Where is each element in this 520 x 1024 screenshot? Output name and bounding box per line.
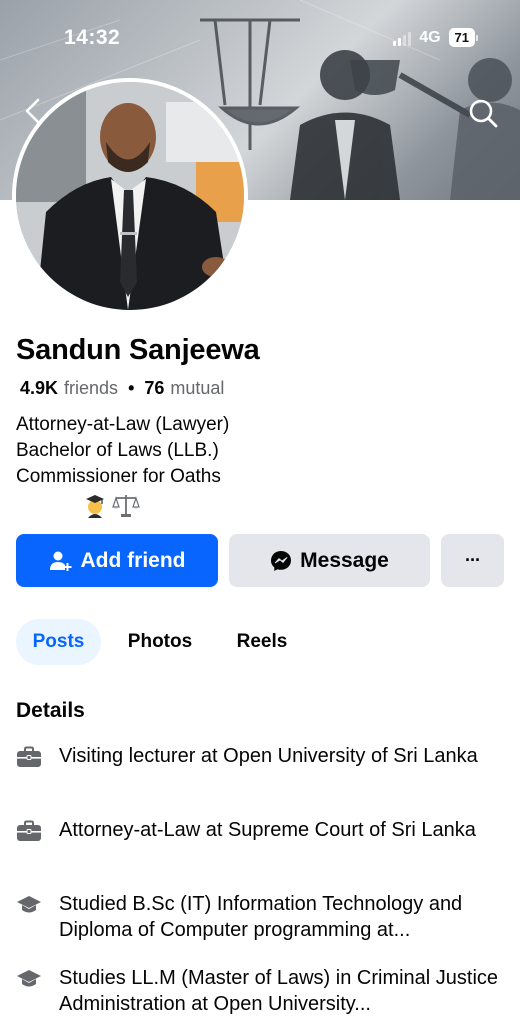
signal-icon (393, 30, 412, 46)
add-friend-icon (49, 551, 71, 571)
profile-photo (16, 82, 244, 310)
bio-line: Bachelor of Laws (LLB.) (16, 440, 219, 461)
tab-photos[interactable]: Photos (114, 619, 206, 665)
bio-line: Commissioner for Oaths (16, 466, 221, 487)
bio-line: Attorney-at-Law (Lawyer) (16, 414, 230, 435)
profile-avatar[interactable] (12, 78, 248, 314)
detail-text: Attorney-at-Law at Supreme Court of Sri … (59, 819, 476, 841)
friends-label: friends (64, 378, 119, 398)
briefcase-icon (17, 820, 41, 841)
search-button[interactable] (466, 96, 500, 130)
graduation-cap-icon (17, 896, 41, 913)
status-indicators: 4G 71 (393, 28, 478, 47)
briefcase-icon (17, 746, 41, 767)
add-friend-button[interactable]: Add friend (16, 534, 218, 587)
detail-text: Visiting lecturer at Open University of … (59, 745, 478, 767)
graduation-cap-icon (17, 970, 41, 987)
bio-emojis (82, 492, 140, 518)
mutual-count: 76 (144, 378, 165, 398)
status-bar: 14:32 4G 71 (0, 0, 520, 70)
battery-level: 71 (448, 28, 475, 47)
messenger-icon (271, 550, 292, 571)
more-options-button[interactable]: ··· (441, 534, 504, 587)
details-heading: Details (16, 699, 85, 722)
mutual-label: mutual (170, 378, 225, 398)
tab-posts[interactable]: Posts (16, 619, 101, 665)
scales-emoji (112, 495, 140, 517)
more-options-icon: ··· (465, 550, 481, 570)
battery-icon: 71 (448, 28, 478, 47)
separator-dot: • (128, 378, 135, 398)
status-time: 14:32 (64, 26, 121, 49)
message-button[interactable]: Message (229, 534, 430, 587)
search-icon (469, 99, 498, 128)
network-type: 4G (419, 28, 441, 46)
friends-count: 4.9K (20, 378, 59, 398)
detail-text: Studied B.Sc (IT) Information Technology… (59, 893, 463, 941)
add-friend-label: Add friend (80, 548, 186, 572)
detail-text: Studies LL.M (Master of Laws) in Crimina… (59, 967, 499, 1015)
profile-name: Sandun Sanjeewa (16, 334, 260, 366)
message-label: Message (300, 548, 389, 572)
profile-bio: Attorney-at-Law (Lawyer) Bachelor of Law… (16, 412, 229, 490)
friends-summary[interactable]: 4.9K friends • 76 mutual (20, 378, 224, 399)
graduate-emoji (86, 495, 104, 518)
tab-reels[interactable]: Reels (222, 619, 302, 665)
